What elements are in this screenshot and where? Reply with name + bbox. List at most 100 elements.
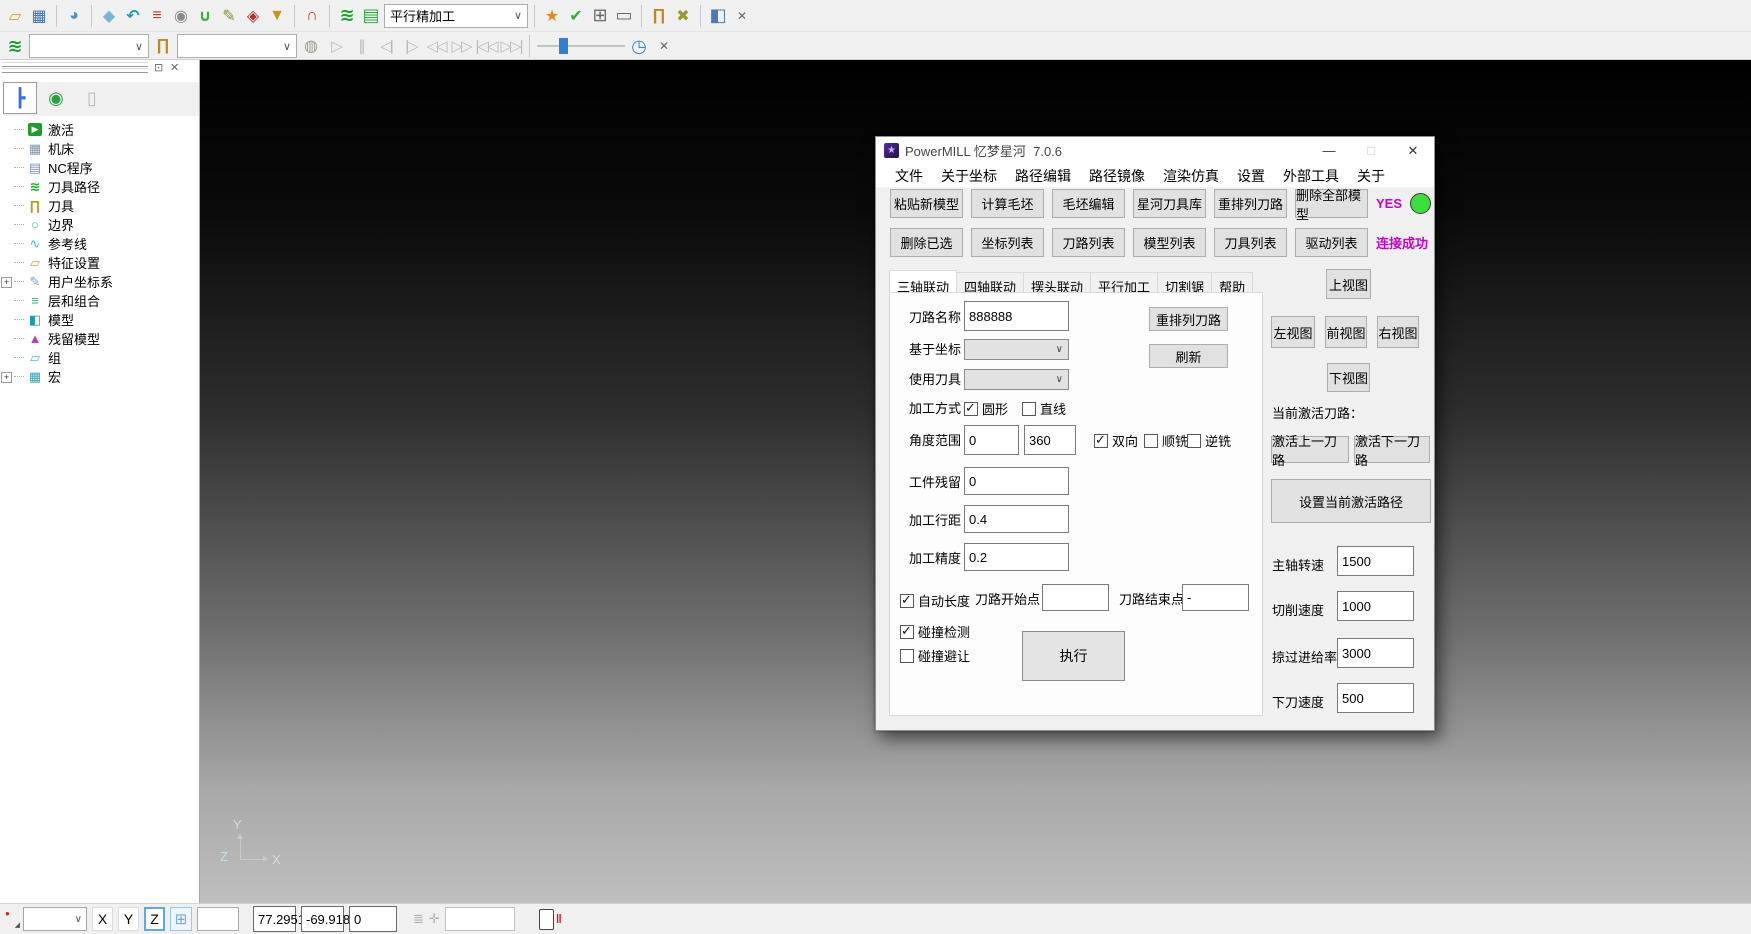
menu-path-mirror[interactable]: 路径镜像 bbox=[1080, 166, 1154, 186]
linear-checkbox[interactable]: 直线 bbox=[1022, 399, 1066, 418]
clock-icon[interactable] bbox=[628, 34, 650, 58]
view-top-button[interactable]: 上视图 bbox=[1326, 269, 1371, 299]
panel-grip[interactable] bbox=[2, 68, 148, 73]
fast-forward-button[interactable]: ▷▷ bbox=[450, 35, 472, 57]
climb-mill-checkbox[interactable]: 顺铣 bbox=[1144, 431, 1188, 450]
close-panel-icon[interactable]: ✕ bbox=[170, 61, 179, 74]
tool-pair-icon[interactable] bbox=[648, 4, 670, 28]
go-start-button[interactable]: |◁◁ bbox=[475, 35, 497, 57]
explorer-globe-tab[interactable]: ◉ bbox=[39, 82, 73, 114]
execute-button[interactable]: 执行 bbox=[1022, 631, 1125, 681]
base-coord-select[interactable]: ∨ bbox=[964, 339, 1069, 360]
tree-item-patterns[interactable]: ∿参考线 bbox=[0, 234, 199, 253]
go-end-button[interactable]: ▷▷| bbox=[500, 35, 522, 57]
pattern-points-icon[interactable] bbox=[242, 4, 264, 28]
toolpath-icon[interactable] bbox=[4, 34, 26, 58]
rearrange-toolpaths-button-2[interactable]: 重排列刀路 bbox=[1149, 307, 1228, 331]
tree-item-toolpaths[interactable]: ≋刀具路径 bbox=[0, 177, 199, 196]
axis-y-button[interactable]: Y bbox=[118, 907, 139, 931]
ruler-icon[interactable] bbox=[613, 4, 635, 28]
expand-icon[interactable]: + bbox=[1, 372, 12, 383]
active-strategy-combo[interactable]: 平行精加工 ∨ bbox=[384, 4, 528, 28]
angle-from-input[interactable] bbox=[964, 425, 1019, 455]
close-playback-icon[interactable] bbox=[653, 34, 675, 58]
tree-item-levels-sets[interactable]: ≡层和组合 bbox=[0, 291, 199, 310]
compare-cubes-icon[interactable] bbox=[707, 4, 729, 28]
boundary-edit-icon[interactable] bbox=[218, 4, 240, 28]
toolpath-icon[interactable] bbox=[336, 4, 358, 28]
axis-x-button[interactable]: X bbox=[92, 907, 113, 931]
xyz-list-icon[interactable]: ≣ bbox=[413, 911, 424, 927]
menu-settings[interactable]: 设置 bbox=[1228, 166, 1274, 186]
calc-block-button[interactable]: 计算毛坯 bbox=[971, 189, 1044, 218]
delete-selected-button[interactable]: 删除已选 bbox=[890, 228, 963, 257]
coord-list-button[interactable]: 坐标列表 bbox=[971, 228, 1044, 257]
float-panel-icon[interactable]: ⊡ bbox=[154, 61, 163, 74]
tree-item-feature-sets[interactable]: ▱特征设置 bbox=[0, 253, 199, 272]
spindle-speed-input[interactable] bbox=[1337, 546, 1414, 576]
tool-simulation-icon[interactable] bbox=[301, 4, 323, 28]
menu-render-simulate[interactable]: 渲染仿真 bbox=[1154, 166, 1228, 186]
status-combo[interactable]: ∨ bbox=[23, 907, 87, 931]
toolpath-name-input[interactable] bbox=[964, 301, 1069, 331]
draw-options-icon[interactable]: ● bbox=[5, 909, 18, 929]
close-button[interactable]: ✕ bbox=[1392, 137, 1434, 164]
stock-allowance-input[interactable] bbox=[964, 467, 1069, 495]
delete-all-models-button[interactable]: 删除全部模型 bbox=[1295, 189, 1368, 218]
probe-axes-icon[interactable]: ✛ bbox=[429, 911, 440, 927]
view-front-button[interactable]: 前视图 bbox=[1325, 316, 1367, 348]
open-project-icon[interactable] bbox=[4, 4, 26, 28]
tool-library-button[interactable]: 星河刀具库 bbox=[1133, 189, 1206, 218]
minimize-button[interactable]: — bbox=[1308, 137, 1350, 164]
both-direction-checkbox[interactable]: 双向 bbox=[1094, 431, 1138, 450]
speed-slider[interactable] bbox=[537, 36, 625, 56]
tool-list-button[interactable]: 刀具列表 bbox=[1214, 228, 1287, 257]
pause-button[interactable]: ∥ bbox=[350, 35, 372, 57]
close-toolbar-icon[interactable] bbox=[731, 4, 753, 28]
simulation-tool-combo[interactable]: ∨ bbox=[177, 34, 297, 58]
drive-list-button[interactable]: 驱动列表 bbox=[1295, 228, 1368, 257]
light-bulb-icon[interactable] bbox=[300, 34, 322, 58]
menu-about-coords[interactable]: 关于坐标 bbox=[932, 166, 1006, 186]
star-tool-icon[interactable] bbox=[541, 4, 563, 28]
feature-tool-icon[interactable] bbox=[266, 4, 288, 28]
toolpath-strategy-icon[interactable] bbox=[122, 4, 144, 28]
tree-item-activate[interactable]: ▶激活 bbox=[0, 120, 199, 139]
start-point-input[interactable] bbox=[1042, 584, 1109, 611]
block-icon[interactable] bbox=[98, 4, 120, 28]
grid-size-field[interactable] bbox=[197, 907, 239, 931]
tree-item-macros[interactable]: +▦宏 bbox=[0, 367, 199, 386]
tool-brush-icon[interactable] bbox=[152, 34, 174, 58]
measure-field[interactable] bbox=[445, 907, 515, 931]
save-project-icon[interactable] bbox=[28, 4, 50, 28]
menu-about[interactable]: 关于 bbox=[1348, 166, 1394, 186]
tree-item-nc-programs[interactable]: ▤NC程序 bbox=[0, 158, 199, 177]
play-button[interactable]: ▷ bbox=[325, 35, 347, 57]
tree-item-workplanes[interactable]: +✎用户坐标系 bbox=[0, 272, 199, 291]
menu-external-tools[interactable]: 外部工具 bbox=[1274, 166, 1348, 186]
toolpath-list-button[interactable]: 刀路列表 bbox=[1052, 228, 1125, 257]
collision-check-checkbox[interactable]: 碰撞检测 bbox=[900, 622, 970, 641]
menu-file[interactable]: 文件 bbox=[886, 166, 932, 186]
menu-path-edit[interactable]: 路径编辑 bbox=[1006, 166, 1080, 186]
dialog-titlebar[interactable]: ★ PowerMILL 忆梦星河 7.0.6 — □ ✕ bbox=[876, 137, 1434, 164]
use-tool-select[interactable]: ∨ bbox=[964, 369, 1069, 390]
skim-feed-input[interactable] bbox=[1337, 638, 1414, 668]
angle-to-input[interactable] bbox=[1024, 425, 1076, 455]
explorer-tree-tab[interactable]: ┣ bbox=[3, 82, 37, 114]
tree-item-tools[interactable]: ∏刀具 bbox=[0, 196, 199, 215]
block-status-icon[interactable] bbox=[539, 909, 554, 930]
tree-item-machine-tools[interactable]: ▦机床 bbox=[0, 139, 199, 158]
set-active-path-button[interactable]: 设置当前激活路径 bbox=[1271, 479, 1431, 523]
activate-next-button[interactable]: 激活下一刀路 bbox=[1354, 436, 1430, 463]
rewind-button[interactable]: ◁◁ bbox=[425, 35, 447, 57]
auto-length-checkbox[interactable]: 自动长度 bbox=[900, 591, 970, 610]
activate-prev-button[interactable]: 激活上一刀路 bbox=[1271, 436, 1349, 463]
maximize-button[interactable]: □ bbox=[1350, 137, 1392, 164]
circular-checkbox[interactable]: 圆形 bbox=[964, 399, 1008, 418]
expand-icon[interactable]: + bbox=[1, 277, 12, 288]
holder-icon[interactable] bbox=[194, 4, 216, 28]
view-left-button[interactable]: 左视图 bbox=[1271, 316, 1315, 348]
model-list-button[interactable]: 模型列表 bbox=[1133, 228, 1206, 257]
calculator-icon[interactable] bbox=[589, 4, 611, 28]
